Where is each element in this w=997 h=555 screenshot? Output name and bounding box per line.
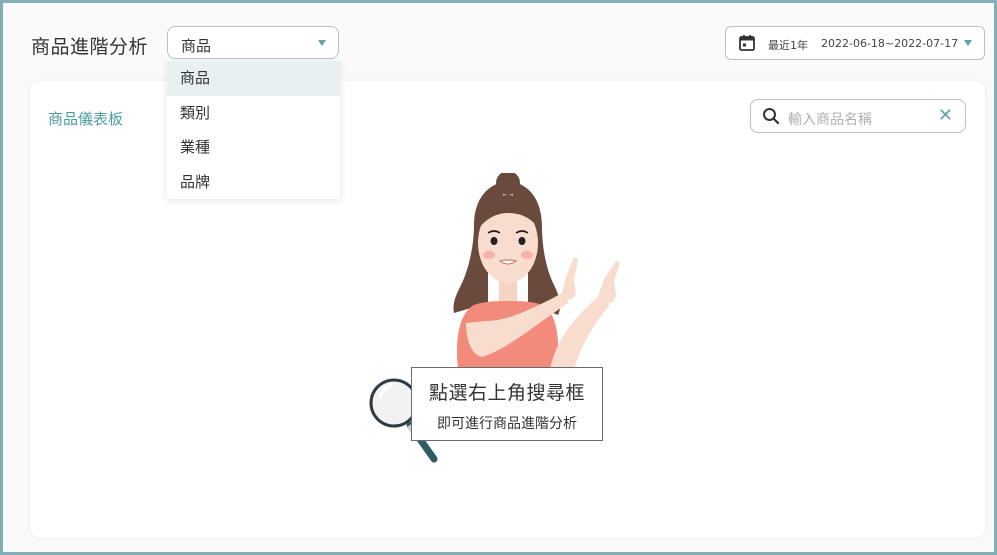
date-range-label: 最近1年 [768,39,808,52]
calendar-icon [739,35,755,51]
page-title: 商品進階分析 [31,36,149,58]
product-search-input[interactable]: 輸入商品名稱 ✕ [750,99,966,133]
date-range-picker[interactable]: 最近1年 2022-06-18~2022-07-17 [725,26,985,60]
date-range-value: 2022-06-18~2022-07-17 [821,37,959,50]
card-title: 商品儀表板 [48,110,124,128]
search-icon [763,108,780,125]
caret-down-icon [964,40,972,46]
clear-icon[interactable]: ✕ [938,105,953,126]
dropdown-option-product[interactable]: 商品 [167,61,340,96]
dropdown-option-industry[interactable]: 業種 [167,130,340,165]
dimension-select[interactable]: 商品 [167,26,339,59]
search-placeholder: 輸入商品名稱 [788,112,872,128]
empty-state-line1: 點選右上角搜尋框 [428,382,585,404]
app-frame: 商品進階分析 商品 商品 類別 業種 品牌 最近1年 2022-06-18~20… [0,0,997,555]
empty-state-line2: 即可進行商品進階分析 [437,416,577,432]
dropdown-option-brand[interactable]: 品牌 [167,165,340,200]
dimension-dropdown-menu: 商品 類別 業種 品牌 [167,61,340,199]
dimension-select-value: 商品 [181,37,212,55]
caret-down-icon [318,40,326,46]
dropdown-option-category[interactable]: 類別 [167,96,340,131]
empty-state-hint: 點選右上角搜尋框 即可進行商品進階分析 [411,367,603,441]
